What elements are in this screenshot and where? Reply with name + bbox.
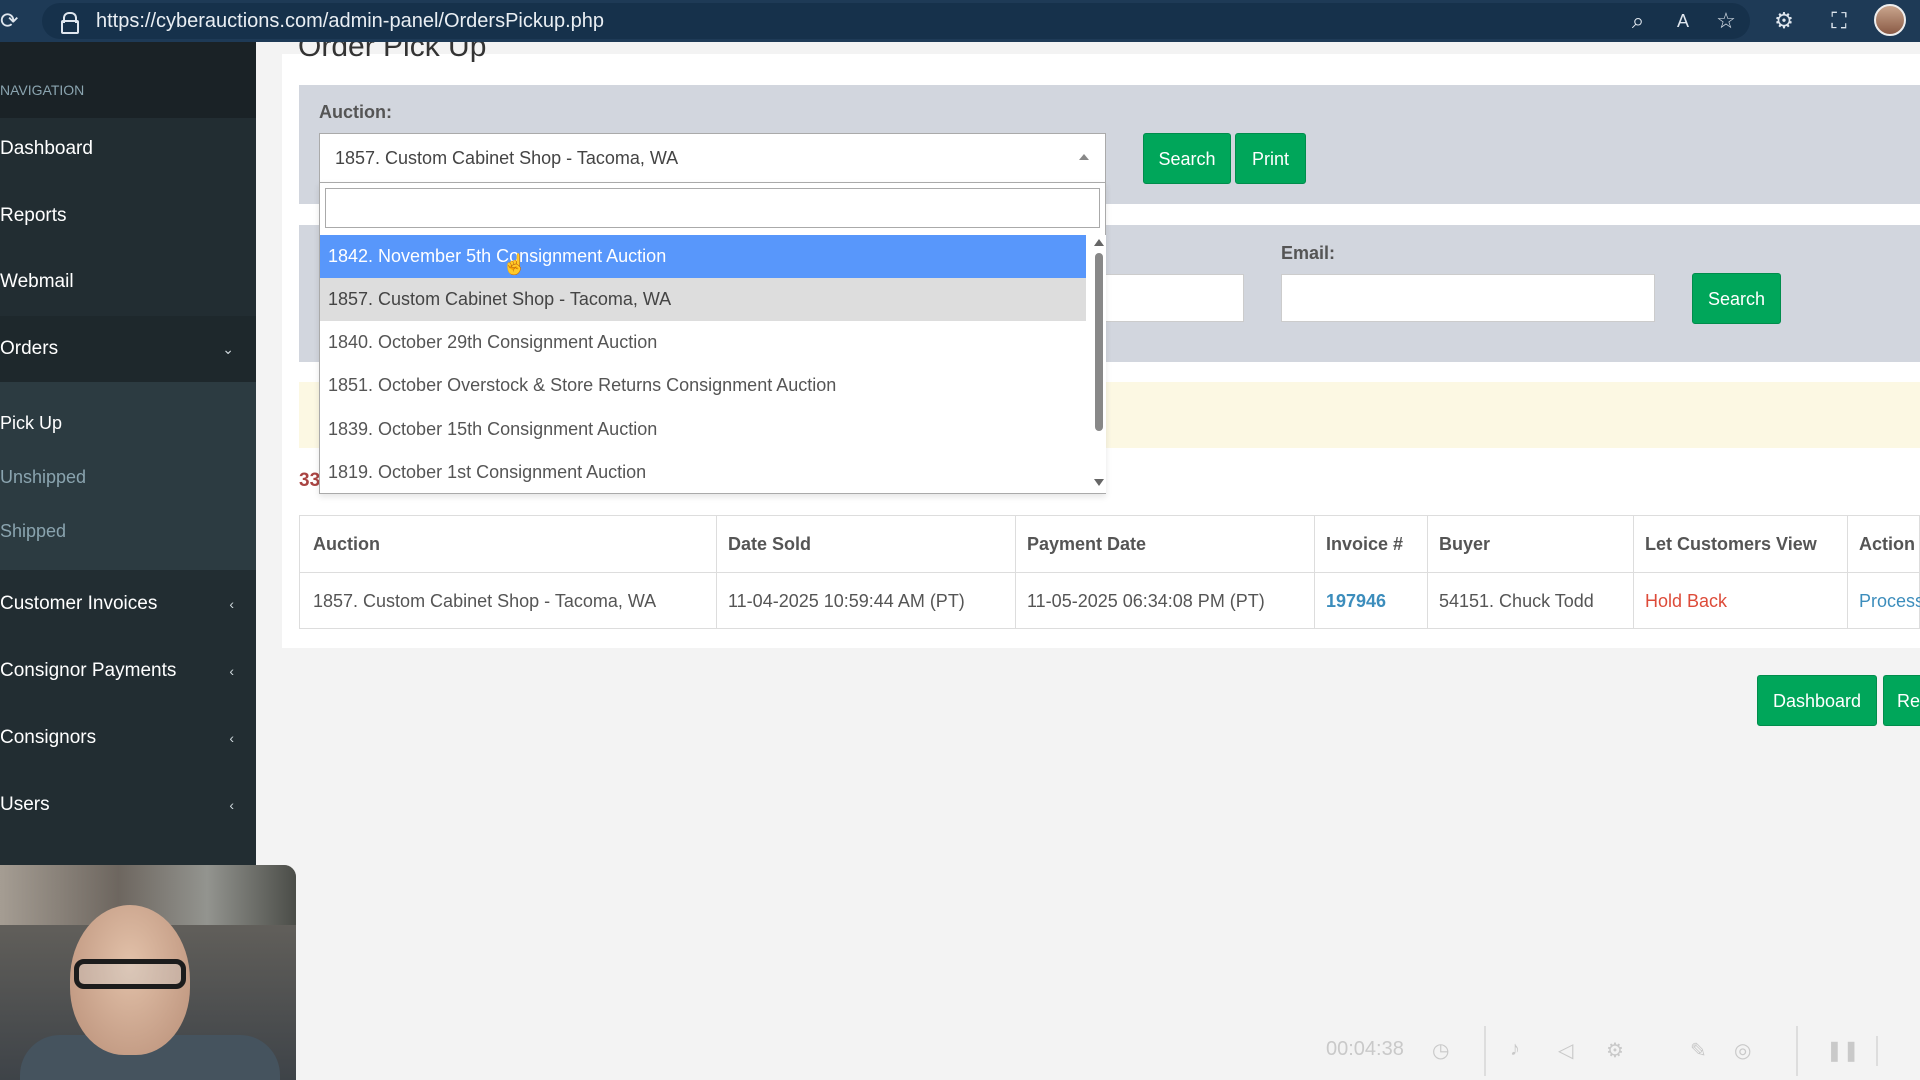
sidebar-item-orders[interactable]: Orders ⌄: [0, 316, 256, 382]
column-header-let-customers-view[interactable]: Let Customers View: [1645, 516, 1817, 572]
sidebar-subitem-pick-up[interactable]: Pick Up: [0, 398, 256, 448]
speaker-icon[interactable]: ◁: [1558, 1038, 1573, 1063]
timer-icon[interactable]: ◷: [1432, 1038, 1449, 1063]
dropdown-options: 1842. November 5th Consignment Auction 1…: [320, 235, 1086, 493]
favorite-star-icon[interactable]: ☆: [1713, 8, 1739, 34]
dashboard-button[interactable]: Dashboard: [1757, 675, 1877, 726]
invoice-link[interactable]: 197946: [1326, 573, 1386, 629]
name-field[interactable]: [1100, 274, 1244, 322]
column-header-buyer[interactable]: Buyer: [1439, 516, 1490, 572]
customer-search-button[interactable]: Search: [1692, 273, 1781, 324]
webcam-overlay: [0, 865, 296, 1080]
sidebar-item-label: Dashboard: [0, 138, 93, 159]
dropdown-scrollbar[interactable]: [1088, 235, 1106, 493]
dropdown-option[interactable]: 1842. November 5th Consignment Auction: [320, 235, 1086, 278]
read-aloud-icon[interactable]: A: [1670, 8, 1696, 34]
sidebar-item-consignor-payments[interactable]: Consignor Payments ‹: [0, 638, 256, 704]
scroll-up-icon[interactable]: [1094, 239, 1104, 246]
chevron-left-icon: ‹: [229, 663, 234, 679]
nav-header: NAVIGATION: [0, 42, 256, 118]
chevron-left-icon: ‹: [229, 730, 234, 746]
sidebar-item-label: Reports: [0, 205, 67, 226]
table-divider: [716, 516, 717, 628]
cell-auction: 1857. Custom Cabinet Shop - Tacoma, WA: [313, 591, 657, 611]
sidebar-item-consignors[interactable]: Consignors ‹: [0, 705, 256, 771]
column-header-auction[interactable]: Auction: [313, 516, 380, 572]
dropdown-option[interactable]: 1819. October 1st Consignment Auction: [320, 451, 1086, 493]
sidebar-subitem-unshipped[interactable]: Unshipped: [0, 452, 256, 502]
dropdown-search-input[interactable]: [325, 188, 1100, 228]
pause-icon[interactable]: ❚❚: [1826, 1038, 1860, 1063]
dropdown-option[interactable]: 1840. October 29th Consignment Auction: [320, 321, 1086, 364]
column-header-invoice[interactable]: Invoice #: [1326, 516, 1403, 572]
sidebar-item-webmail[interactable]: Webmail: [0, 249, 256, 315]
cell-buyer: 54151. Chuck Todd: [1439, 591, 1594, 611]
dropdown-option[interactable]: 1839. October 15th Consignment Auction: [320, 408, 1086, 451]
table-divider: [1015, 516, 1016, 628]
table-divider: [1314, 516, 1315, 628]
auction-search-button[interactable]: Search: [1143, 133, 1231, 184]
sidebar-item-label: Customer Invoices: [0, 593, 158, 614]
extensions-icon[interactable]: ⚙: [1771, 8, 1797, 34]
recorder-divider: [1484, 1026, 1486, 1076]
cell-date-sold: 11-04-2025 10:59:44 AM (PT): [728, 591, 965, 611]
table-divider: [1633, 516, 1634, 628]
dropdown-option[interactable]: 1857. Custom Cabinet Shop - Tacoma, WA: [320, 278, 1086, 321]
recorder-divider: [1876, 1036, 1878, 1066]
reload-icon[interactable]: ⟳: [0, 8, 24, 34]
dropdown-option[interactable]: 1851. October Overstock & Store Returns …: [320, 364, 1086, 407]
address-bar[interactable]: https://cyberauctions.com/admin-panel/Or…: [42, 3, 1750, 39]
auction-label: Auction:: [319, 102, 392, 122]
print-button[interactable]: Print: [1235, 133, 1306, 184]
sidebar-subitem-shipped[interactable]: Shipped: [0, 506, 256, 556]
screen-capture-icon[interactable]: ⛶: [1826, 8, 1852, 34]
mouse-cursor-icon: ☝: [502, 254, 527, 276]
chevron-left-icon: ‹: [229, 797, 234, 813]
webcam-glasses: [74, 959, 186, 989]
process-link[interactable]: Process: [1859, 573, 1920, 629]
recorder-timer: 00:04:38: [1326, 1038, 1404, 1060]
sidebar-item-label: Orders: [0, 338, 59, 359]
sidebar-item-label: Consignor Payments: [0, 660, 177, 681]
auction-select[interactable]: 1857. Custom Cabinet Shop - Tacoma, WA: [319, 133, 1106, 183]
url-text[interactable]: https://cyberauctions.com/admin-panel/Or…: [96, 10, 604, 33]
sidebar-item-label: Webmail: [0, 271, 74, 292]
column-header-date-sold[interactable]: Date Sold: [728, 516, 811, 572]
sidebar-item-label: Users: [0, 794, 50, 815]
sidebar-item-customer-invoices[interactable]: Customer Invoices ‹: [0, 571, 256, 637]
caret-up-icon: [1079, 154, 1089, 160]
browser-toolbar: ⟳ https://cyberauctions.com/admin-panel/…: [0, 0, 1920, 42]
email-label: Email:: [1281, 243, 1336, 263]
settings-gear-icon[interactable]: ⚙: [1606, 1038, 1624, 1063]
email-field[interactable]: [1281, 274, 1655, 322]
column-header-payment-date[interactable]: Payment Date: [1027, 516, 1146, 572]
recorder-toolbar: 00:04:38 ◷ ♪ ◁ ⚙ ✎ ◎ ❚❚: [1310, 1020, 1920, 1080]
chevron-left-icon: ‹: [229, 596, 234, 612]
table-divider: [1847, 516, 1848, 628]
results-count: 33: [299, 470, 321, 491]
sidebar-item-label: Consignors: [0, 727, 97, 748]
sidebar-item-reports[interactable]: Reports: [0, 183, 256, 249]
recorder-divider: [1796, 1026, 1798, 1076]
sidebar-item-users[interactable]: Users ‹: [0, 772, 256, 838]
page-title: Order Pick Up: [298, 42, 487, 62]
camera-icon[interactable]: ◎: [1734, 1038, 1751, 1063]
profile-avatar[interactable]: [1874, 4, 1906, 36]
auction-dropdown: 1842. November 5th Consignment Auction 1…: [319, 182, 1106, 494]
pen-icon[interactable]: ✎: [1690, 1038, 1707, 1063]
auction-select-value: 1857. Custom Cabinet Shop - Tacoma, WA: [335, 148, 679, 168]
scrollbar-thumb[interactable]: [1095, 253, 1103, 431]
microphone-icon[interactable]: ♪: [1510, 1038, 1520, 1061]
column-header-action[interactable]: Action: [1859, 516, 1915, 572]
orders-table: Auction Date Sold Payment Date Invoice #…: [299, 515, 1920, 629]
sidebar-item-dashboard[interactable]: Dashboard: [0, 116, 256, 182]
hold-back-link[interactable]: Hold Back: [1645, 573, 1727, 629]
scroll-down-icon[interactable]: [1094, 479, 1104, 486]
zoom-icon[interactable]: ⌕: [1625, 8, 1651, 34]
chevron-down-icon: ⌄: [222, 341, 234, 357]
cell-payment-date: 11-05-2025 06:34:08 PM (PT): [1027, 591, 1265, 611]
table-divider: [1427, 516, 1428, 628]
reports-button[interactable]: Re: [1883, 675, 1920, 726]
lock-icon[interactable]: [60, 12, 79, 34]
